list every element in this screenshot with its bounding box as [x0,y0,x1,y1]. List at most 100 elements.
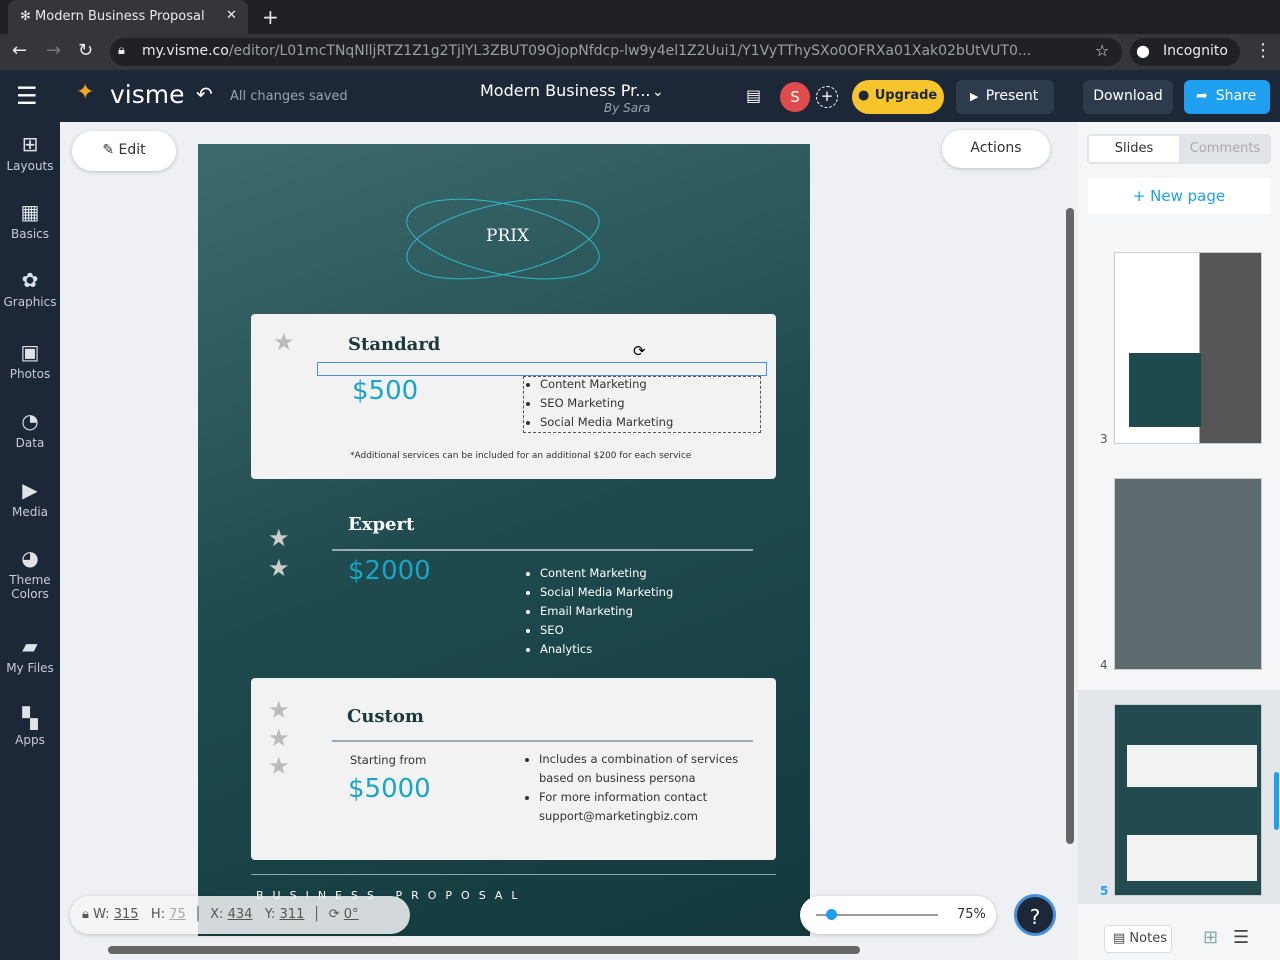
document-author: By Sara [604,101,651,115]
sidebar-item-theme-colors[interactable]: ◕ Theme Colors [0,546,60,601]
actions-button[interactable]: Actions [942,130,1050,168]
forward-icon[interactable]: → [46,40,61,61]
sidebar-item-data[interactable]: ◔ Data [0,409,60,450]
sidebar-item-layouts[interactable]: ⊞ Layouts [0,132,60,173]
notes-icon: ▤ [1113,931,1130,946]
list-item: For more information contact support@mar… [539,788,747,826]
slide-thumbnail-5[interactable] [1114,704,1262,896]
list-item: Content Marketing [540,564,673,583]
sidebar-item-my-files[interactable]: ▰ My Files [0,634,60,675]
star-icon: ★ [268,554,290,582]
slide-canvas[interactable]: PRIX ★ Standard ⟳ $500 Content Marketing… [198,144,810,936]
divider [332,549,753,551]
horizontal-scrollbar[interactable] [108,946,860,954]
list-item: SEO [540,621,673,640]
standard-services-list[interactable]: Content MarketingSEO MarketingSocial Med… [528,375,673,432]
new-page-button[interactable]: + New page [1088,178,1270,214]
sidebar-item-basics[interactable]: ▦ Basics [0,200,60,241]
save-status: All changes saved [230,89,348,104]
standard-card[interactable]: ★ Standard ⟳ $500 Content MarketingSEO M… [251,314,776,479]
tab-comments[interactable]: Comments [1181,136,1269,162]
lock-icon[interactable]: 🔒︎ [82,907,89,922]
page-number: 4 [1100,658,1108,672]
close-tab-icon[interactable]: ✕ [226,8,237,23]
vertical-scrollbar[interactable] [1066,208,1074,844]
slide-thumbnail-4[interactable] [1114,478,1262,670]
present-button[interactable]: ▶ Present [956,80,1054,114]
rotation-value[interactable]: 0° [344,907,359,922]
visme-logo[interactable]: visme [110,80,185,109]
star-icon: ★ [268,524,290,552]
url-input[interactable]: my.visme.co/editor/L01mcTNqNlljRTZ1Z1g2T… [110,38,1122,66]
play-icon: ▶ [970,90,979,103]
crown-icon: ● [858,88,870,103]
edit-button[interactable]: ✎ Edit [72,131,176,171]
share-icon: ➦ [1196,88,1208,104]
properties-bar: 🔒︎ W: 315 H: 75 │ X: 434 Y: 311 │ ⟳ 0° [70,896,410,934]
star-icon: ★ [273,328,295,356]
x-value[interactable]: 434 [228,907,253,922]
image-icon: ▣ [20,340,40,364]
left-sidebar: ⊞ Layouts ▦ Basics ✿ Graphics ▣ Photos ◔ Data… [0,122,60,960]
add-collaborator-icon[interactable]: + [816,86,838,108]
share-button[interactable]: ➦ Share [1184,80,1270,114]
list-view-icon[interactable]: ☰ [1233,927,1249,948]
comments-icon[interactable]: ▤ [746,86,761,105]
chevron-down-icon[interactable]: ⌄ [652,84,664,100]
download-button[interactable]: Download [1083,80,1173,114]
tab-slides[interactable]: Slides [1089,136,1179,162]
panel-scrollbar[interactable] [1274,772,1279,830]
sidebar-item-apps[interactable]: ▚ Apps [0,706,60,747]
back-icon[interactable]: ← [12,40,27,61]
y-value[interactable]: 311 [280,907,305,922]
video-icon: ▶ [22,478,38,502]
visme-logo-icon: ✦ [76,80,95,105]
slide-thumbnail-3[interactable] [1114,252,1262,444]
pencil-icon: ✎ [102,142,119,158]
height-value[interactable]: 75 [169,907,186,922]
starting-from-label[interactable]: Starting from [350,753,426,767]
grid-icon: ▚ [22,706,38,730]
reload-icon[interactable]: ↻ [78,40,93,61]
folder-icon: ▰ [22,634,38,658]
visme-favicon-icon: ✻ [20,9,36,24]
standard-note[interactable]: *Additional services can be included for… [350,451,691,461]
list-item: Content Marketing [540,375,673,394]
expert-services-list[interactable]: Content MarketingSocial Media MarketingE… [528,564,673,659]
sidebar-item-media[interactable]: ▶ Media [0,478,60,519]
rotate-icon: ⟳ [328,907,340,922]
expert-price[interactable]: $2000 [348,556,431,586]
divider [332,740,753,742]
custom-services-list[interactable]: Includes a combination of services based… [527,750,747,826]
new-tab-button[interactable]: + [262,5,279,29]
editor-topbar: ☰ ✦ visme ↶ All changes saved Modern Bus… [0,70,1280,122]
document-title[interactable]: Modern Business Pr... [480,81,651,100]
sidebar-item-photos[interactable]: ▣ Photos [0,340,60,381]
help-button[interactable]: ? [1014,894,1056,936]
standard-price[interactable]: $500 [352,376,418,406]
browser-menu-icon[interactable]: ⋮ [1254,40,1272,61]
hamburger-menu-icon[interactable]: ☰ [16,82,38,110]
lock-icon: 🔒︎ [118,43,125,58]
custom-title[interactable]: Custom [347,706,424,727]
bookmark-star-icon[interactable]: ☆ [1095,41,1109,60]
sidebar-item-graphics[interactable]: ✿ Graphics [0,268,60,309]
page-number: 3 [1100,432,1108,446]
selection-box[interactable] [317,362,767,376]
rotate-handle-icon[interactable]: ⟳ [633,342,646,360]
divider [251,874,776,875]
zoom-level: 75% [957,907,986,922]
width-value[interactable]: 315 [114,907,139,922]
slide-heading[interactable]: PRIX [486,226,529,246]
undo-icon[interactable]: ↶ [196,82,213,106]
custom-card[interactable]: ★ ★ ★ Custom Starting from $5000 Include… [251,678,776,860]
grid-view-icon[interactable]: ⊞ [1203,927,1218,948]
notes-button[interactable]: ▤ Notes [1104,925,1172,953]
zoom-slider-handle[interactable] [826,909,837,920]
list-item: Social Media Marketing [540,413,673,432]
avatar[interactable]: S [780,82,810,112]
custom-price[interactable]: $5000 [348,774,431,804]
browser-tab[interactable]: ✻ Modern Business Proposal ✕ [8,0,248,34]
standard-title[interactable]: Standard [348,334,440,355]
expert-title[interactable]: Expert [348,514,414,535]
